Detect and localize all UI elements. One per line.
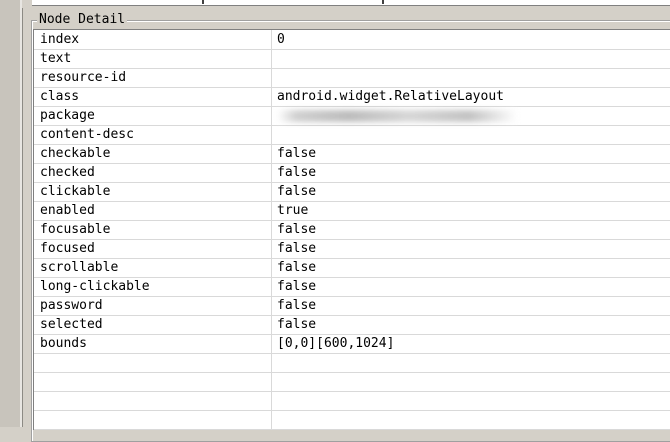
property-key: checkable	[40, 146, 111, 161]
property-key: text	[40, 51, 72, 66]
property-value: false	[277, 260, 317, 275]
table-row[interactable]: focusable false	[34, 220, 670, 240]
table-row[interactable]: content-desc	[34, 125, 670, 145]
property-key: selected	[40, 317, 103, 332]
property-key: class	[40, 89, 80, 104]
property-key: enabled	[40, 203, 95, 218]
empty-row	[34, 410, 670, 430]
table-row[interactable]: bounds [0,0][600,1024]	[34, 334, 670, 354]
property-value: [0,0][600,1024]	[277, 336, 395, 351]
table-row[interactable]: index 0	[34, 30, 670, 50]
table-row[interactable]: clickable false	[34, 182, 670, 202]
property-value: false	[277, 222, 317, 237]
property-key: package	[40, 108, 95, 123]
property-value: false	[277, 165, 317, 180]
redacted-package-value	[277, 110, 517, 122]
table-row[interactable]: resource-id	[34, 68, 670, 88]
property-value: false	[277, 317, 317, 332]
property-key: resource-id	[40, 70, 127, 85]
property-key: scrollable	[40, 260, 119, 275]
property-key: content-desc	[40, 127, 134, 142]
property-key: clickable	[40, 184, 111, 199]
property-value: false	[277, 298, 317, 313]
table-row[interactable]: enabled true	[34, 201, 670, 221]
empty-row	[34, 372, 670, 392]
property-value: 0	[277, 32, 285, 47]
table-row[interactable]: checked false	[34, 163, 670, 183]
property-key: bounds	[40, 336, 87, 351]
property-value: false	[277, 279, 317, 294]
table-row[interactable]: long-clickable false	[34, 277, 670, 297]
table-row[interactable]: checkable false	[34, 144, 670, 164]
property-key: index	[40, 32, 80, 47]
property-value: android.widget.RelativeLayout	[277, 89, 504, 104]
property-value: false	[277, 146, 317, 161]
property-value: true	[277, 203, 309, 218]
table-row[interactable]: package	[34, 106, 670, 126]
empty-row	[34, 391, 670, 411]
table-row[interactable]: password false	[34, 296, 670, 316]
table-row[interactable]: scrollable false	[34, 258, 670, 278]
upper-pane-slice	[32, 0, 670, 6]
property-key: checked	[40, 165, 95, 180]
table-row[interactable]: class android.widget.RelativeLayout	[34, 87, 670, 107]
upper-pane-edge	[22, 0, 670, 8]
empty-row	[34, 353, 670, 373]
table-row[interactable]: focused false	[34, 239, 670, 259]
property-value: false	[277, 241, 317, 256]
property-key: long-clickable	[40, 279, 150, 294]
group-title: Node Detail	[37, 12, 128, 28]
property-key: focused	[40, 241, 95, 256]
node-detail-table: index 0 text resource-id class android.w…	[33, 29, 670, 430]
table-row[interactable]: selected false	[34, 315, 670, 335]
pane-splitter[interactable]	[0, 0, 23, 427]
property-key: focusable	[40, 222, 111, 237]
property-key: password	[40, 298, 103, 313]
property-value: false	[277, 184, 317, 199]
table-row[interactable]: text	[34, 49, 670, 69]
